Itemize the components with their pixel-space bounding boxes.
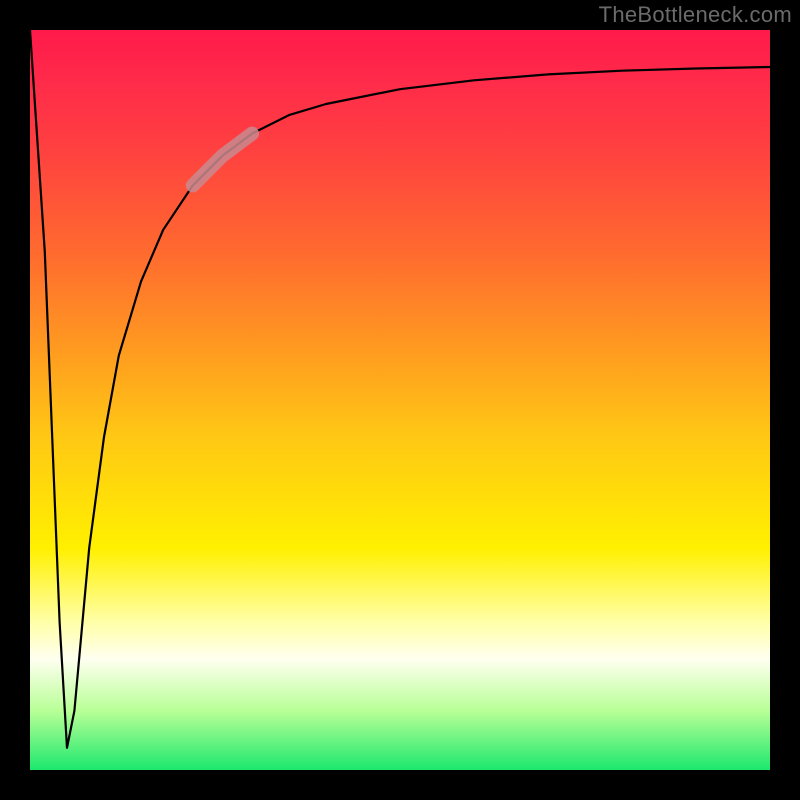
main-curve — [30, 30, 770, 748]
plot-area — [30, 30, 770, 770]
curve-svg — [30, 30, 770, 770]
watermark-text: TheBottleneck.com — [599, 2, 792, 28]
chart-frame: TheBottleneck.com — [0, 0, 800, 800]
highlight-segment — [193, 134, 252, 186]
